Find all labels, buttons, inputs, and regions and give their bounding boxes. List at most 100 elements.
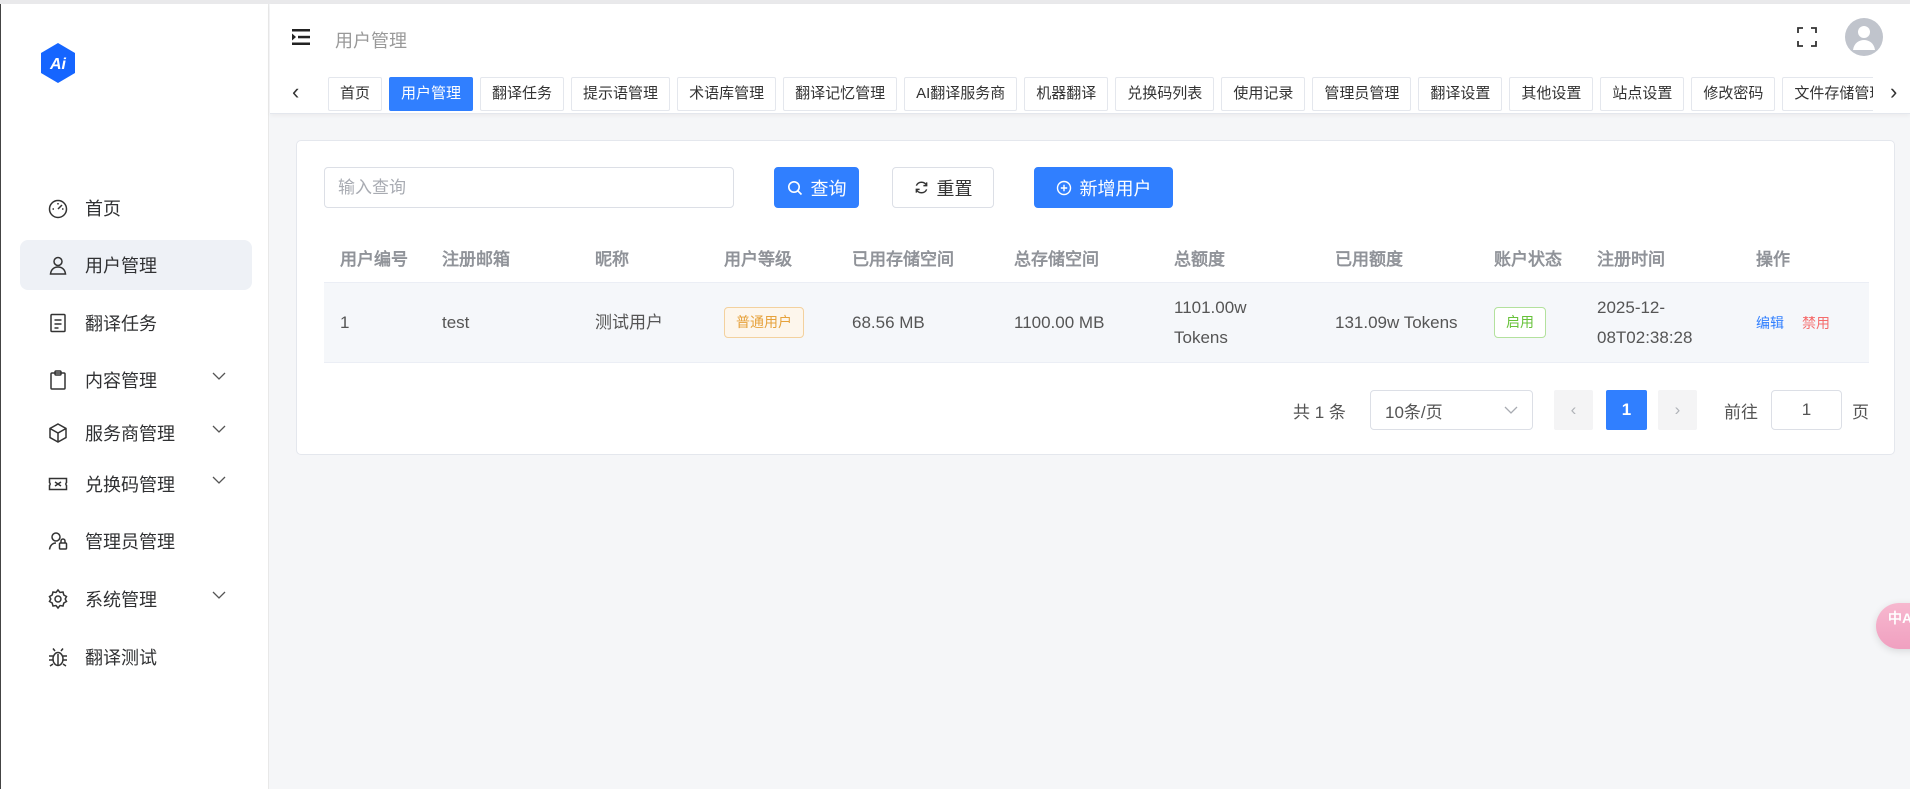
- sidebar-item-4[interactable]: 服务商管理: [20, 408, 252, 458]
- tab-8[interactable]: 兑换码列表: [1115, 77, 1215, 111]
- column-header: 总额度: [1174, 250, 1225, 269]
- sidebar-item-label: 兑换码管理: [85, 475, 175, 495]
- page-size-value: 10条/页: [1385, 402, 1443, 422]
- query-label: 查询: [810, 178, 847, 199]
- column-header: 注册时间: [1597, 250, 1665, 269]
- plus-circle-icon: [1056, 180, 1071, 195]
- column-header: 操作: [1756, 250, 1790, 269]
- sidebar-item-label: 翻译任务: [85, 314, 157, 334]
- chevron-down-icon: [212, 372, 226, 380]
- page-1-button[interactable]: 1: [1606, 390, 1647, 430]
- tab-7[interactable]: 机器翻译: [1024, 77, 1109, 111]
- user-lock-icon: [48, 532, 68, 550]
- tags-scroll-right-icon[interactable]: ›: [1890, 79, 1897, 105]
- column-header: 昵称: [595, 250, 629, 269]
- sidebar-item-3[interactable]: 内容管理: [20, 355, 252, 405]
- cell-reg-time: 2025-12-: [1597, 298, 1666, 317]
- tab-5[interactable]: 翻译记忆管理: [783, 77, 898, 111]
- box-icon: [49, 423, 67, 443]
- search-icon: [787, 180, 802, 195]
- document-icon: [50, 313, 66, 333]
- fullscreen-icon[interactable]: [1796, 26, 1818, 48]
- add-user-button[interactable]: 新增用户: [1034, 167, 1173, 208]
- column-header: 用户编号: [340, 250, 408, 269]
- sidebar: Ai 首页用户管理翻译任务内容管理服务商管理兑换码管理管理员管理系统管理翻译测试: [0, 4, 269, 789]
- cell-used-storage: 68.56 MB: [852, 313, 925, 332]
- column-header: 已用存储空间: [852, 250, 954, 269]
- status-badge: 启用: [1494, 307, 1546, 338]
- table-row: 1 test 测试用户 普通用户 68.56 MB 1100.00 MB 110…: [324, 282, 1869, 363]
- goto-page-input[interactable]: [1771, 390, 1842, 430]
- reset-button[interactable]: 重置: [892, 167, 994, 208]
- tab-9[interactable]: 使用记录: [1221, 77, 1306, 111]
- app-logo: Ai: [41, 43, 75, 83]
- column-header: 账户状态: [1494, 250, 1562, 269]
- sidebar-item-label: 系统管理: [85, 590, 157, 610]
- user-management-card: 查询 重置 新增用户 用户编号 注册邮箱 昵称 用户等级 已用存储空间 总存储空间 总额度 已…: [296, 140, 1895, 455]
- tab-11[interactable]: 翻译设置: [1418, 77, 1503, 111]
- next-page-button[interactable]: ›: [1658, 390, 1697, 430]
- tab-10[interactable]: 管理员管理: [1312, 77, 1412, 111]
- tab-0[interactable]: 首页: [328, 77, 383, 111]
- cell-id: 1: [340, 313, 350, 332]
- sidebar-item-6[interactable]: 管理员管理: [20, 516, 252, 566]
- translate-float-button[interactable]: 中A: [1876, 603, 1910, 649]
- refresh-icon: [915, 181, 927, 194]
- sidebar-item-2[interactable]: 翻译任务: [20, 298, 252, 348]
- bug-icon: [49, 648, 67, 667]
- sidebar-item-label: 服务商管理: [85, 424, 175, 444]
- gear-icon: [48, 588, 68, 610]
- column-header: 用户等级: [724, 250, 792, 269]
- tab-12[interactable]: 其他设置: [1509, 77, 1594, 111]
- column-header: 总存储空间: [1014, 250, 1099, 269]
- tab-4[interactable]: 术语库管理: [677, 77, 777, 111]
- tab-15[interactable]: 文件存储管理: [1782, 77, 1873, 111]
- svg-text:Ai: Ai: [49, 56, 67, 73]
- cell-total-quota: 1101.00w: [1174, 298, 1247, 317]
- avatar[interactable]: [1845, 18, 1883, 56]
- pagination-total: 共 1 条: [1293, 402, 1346, 422]
- dashboard-icon: [48, 199, 68, 219]
- tab-2[interactable]: 翻译任务: [480, 77, 565, 111]
- cell-used-quota: 131.09w Tokens: [1335, 313, 1458, 332]
- chevron-down-icon: [212, 591, 226, 599]
- page-unit-label: 页: [1852, 402, 1869, 422]
- collapse-menu-icon[interactable]: [292, 28, 312, 46]
- edit-link[interactable]: 编辑: [1756, 313, 1784, 333]
- page-size-select[interactable]: 10条/页: [1370, 390, 1533, 430]
- add-user-label: 新增用户: [1079, 178, 1152, 199]
- tab-1[interactable]: 用户管理: [389, 77, 474, 111]
- chevron-down-icon: [212, 425, 226, 433]
- prev-page-button[interactable]: ‹: [1554, 390, 1593, 430]
- top-header: 用户管理 ‹ 首页 用户管理 翻译任务 提示语管理 术语库管理 翻译记忆管理 AI翻译服务商…: [270, 4, 1910, 114]
- goto-label: 前往: [1724, 402, 1758, 422]
- sidebar-item-8[interactable]: 翻译测试: [20, 632, 252, 682]
- sidebar-item-label: 内容管理: [85, 371, 157, 391]
- sidebar-item-0[interactable]: 首页: [20, 183, 252, 233]
- column-header: 注册邮箱: [442, 250, 510, 269]
- tab-3[interactable]: 提示语管理: [571, 77, 671, 111]
- clipboard-icon: [50, 370, 66, 390]
- cell-total-storage: 1100.00 MB: [1014, 313, 1105, 332]
- sidebar-item-label: 管理员管理: [85, 532, 175, 552]
- sidebar-item-label: 翻译测试: [85, 648, 157, 668]
- tags-list: 首页 用户管理 翻译任务 提示语管理 术语库管理 翻译记忆管理 AI翻译服务商 机器翻译 兑换码…: [328, 77, 1873, 111]
- cell-total-quota-unit: Tokens: [1174, 328, 1228, 347]
- chevron-down-icon: [1504, 406, 1518, 414]
- sidebar-item-5[interactable]: 兑换码管理: [20, 459, 252, 509]
- cell-reg-time-2: 08T02:38:28: [1597, 328, 1693, 347]
- tab-13[interactable]: 站点设置: [1600, 77, 1685, 111]
- query-button[interactable]: 查询: [774, 167, 859, 208]
- tags-scroll-left-icon[interactable]: ‹: [292, 79, 299, 105]
- search-input[interactable]: [324, 167, 734, 208]
- sidebar-item-1[interactable]: 用户管理: [20, 240, 252, 290]
- tab-14[interactable]: 修改密码: [1691, 77, 1776, 111]
- sidebar-item-7[interactable]: 系统管理: [20, 574, 252, 624]
- user-icon: [49, 256, 67, 275]
- ticket-icon: [48, 477, 68, 491]
- reset-label: 重置: [936, 178, 973, 199]
- disable-link[interactable]: 禁用: [1802, 313, 1830, 333]
- breadcrumb: 用户管理: [335, 31, 407, 51]
- chevron-down-icon: [212, 476, 226, 484]
- tab-6[interactable]: AI翻译服务商: [904, 77, 1018, 111]
